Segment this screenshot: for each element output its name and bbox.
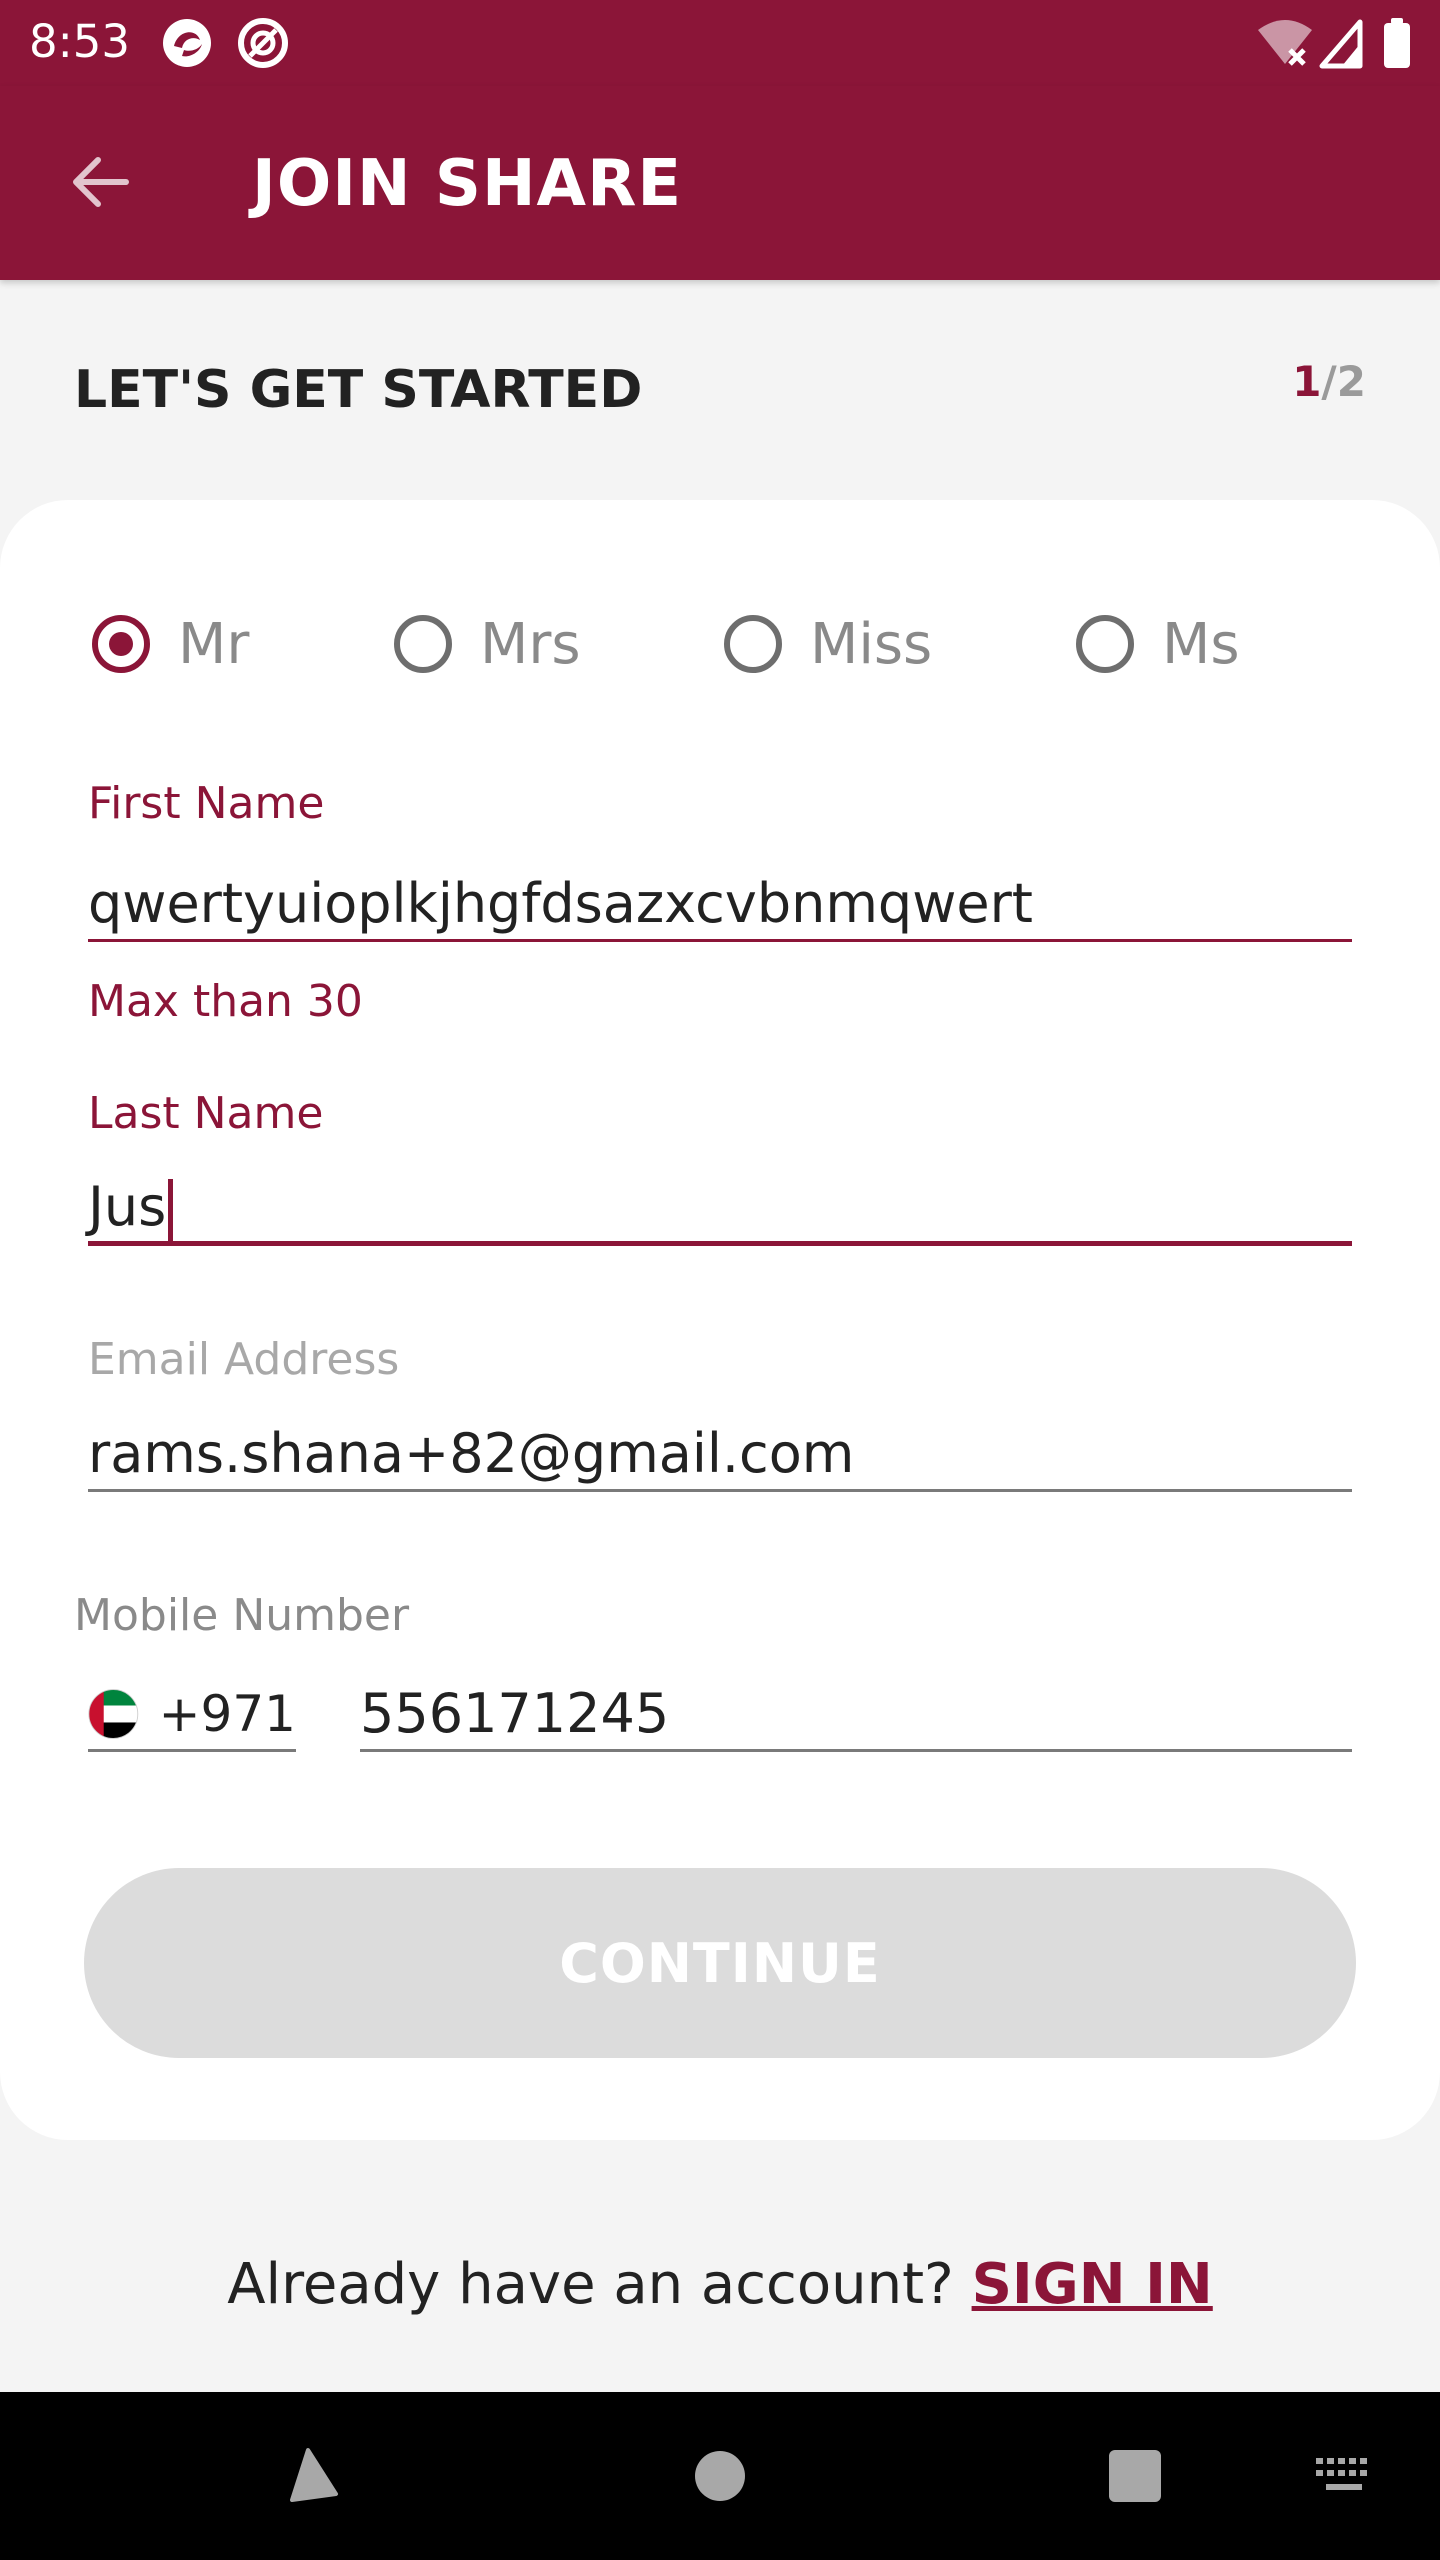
signup-form-card: Mr Mrs Miss Ms First Name Max than 30 La… [0,500,1440,2140]
country-code-picker[interactable]: +971 [88,1678,296,1752]
arrow-left-icon [73,157,129,207]
nav-home-button[interactable] [666,2422,774,2530]
sync-notification-icon [238,18,288,68]
title-radio-miss[interactable]: Miss [724,600,932,688]
first-name-error: Max than 30 [88,976,363,1027]
section-title: LET'S GET STARTED [74,360,643,420]
text-caret [168,1179,174,1242]
email-label: Email Address [88,1334,400,1385]
first-name-label: First Name [88,778,325,829]
circle-home-icon [695,2451,745,2501]
title-radio-mr[interactable]: Mr [92,600,249,688]
uae-flag-icon [88,1688,139,1739]
nav-keyboard-button[interactable] [1290,2422,1398,2530]
first-name-input[interactable] [88,868,1352,942]
mobile-label: Mobile Number [74,1590,410,1641]
back-button[interactable] [56,138,144,226]
system-nav-bar [0,2392,1440,2560]
status-bar: 8:53 [0,0,1440,86]
last-name-label: Last Name [88,1088,324,1139]
signin-prompt-row: Already have an account? SIGN IN [0,2250,1440,2320]
step-total: 2 [1336,357,1366,406]
step-separator: / [1321,357,1337,406]
square-recents-icon [1109,2450,1161,2502]
mobile-number-input[interactable] [360,1678,1352,1752]
battery-icon [1384,18,1410,68]
last-name-input[interactable]: Jus [88,1172,1352,1246]
title-radio-mrs[interactable]: Mrs [394,600,581,688]
radio-label: Miss [810,611,933,677]
step-indicator: 1/2 [1292,352,1366,412]
app-notification-icon [163,19,211,67]
email-input[interactable] [88,1418,1352,1492]
radio-unchecked-icon [724,615,782,673]
radio-label: Mrs [480,611,581,677]
nav-back-button[interactable] [256,2422,364,2530]
continue-button[interactable]: CONTINUE [84,1868,1356,2058]
status-time: 8:53 [29,15,131,68]
signin-prompt: Already have an account? [227,2252,954,2317]
radio-checked-icon [92,615,150,673]
dial-code: +971 [158,1684,296,1743]
signin-link[interactable]: SIGN IN [972,2252,1213,2317]
cell-signal-icon [1319,19,1363,69]
page-title: JOIN SHARE [252,147,683,221]
radio-label: Ms [1162,611,1240,677]
radio-unchecked-icon [1076,615,1134,673]
keyboard-icon [1316,2458,1367,2490]
nav-recents-button[interactable] [1081,2422,1189,2530]
app-bar: JOIN SHARE [0,86,1440,280]
triangle-back-icon [290,2448,338,2502]
step-current: 1 [1292,357,1322,406]
title-radio-ms[interactable]: Ms [1076,600,1240,688]
radio-label: Mr [178,611,250,677]
wifi-off-icon [1258,20,1312,66]
radio-unchecked-icon [394,615,452,673]
last-name-value: Jus [88,1175,167,1238]
